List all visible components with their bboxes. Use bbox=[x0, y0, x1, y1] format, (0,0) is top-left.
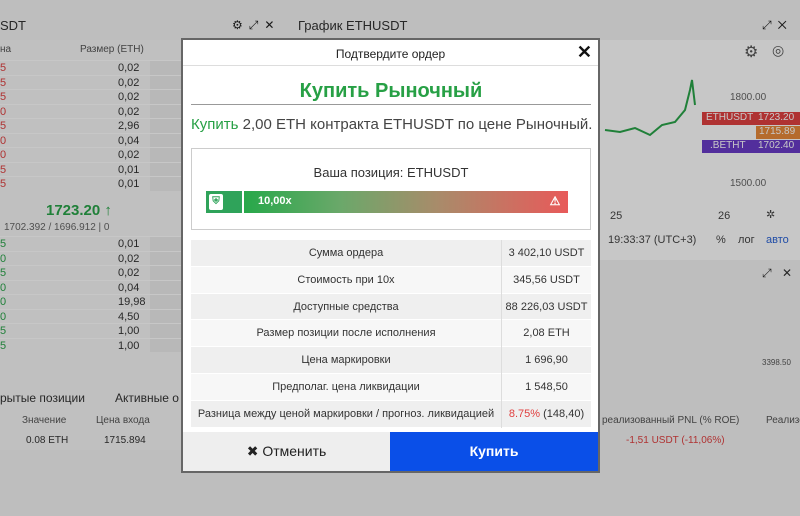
cancel-label: Отменить bbox=[262, 443, 327, 459]
buy-button[interactable]: Купить bbox=[390, 432, 598, 471]
confirm-order-dialog: Подтвердите ордер ✕ Купить Рыночный Купи… bbox=[181, 38, 600, 473]
summary-label: Цена маркировки bbox=[301, 354, 391, 367]
summary-label: Доступные средства bbox=[293, 300, 399, 313]
order-description: Купить 2,00 ETH контракта ETHUSDT по цен… bbox=[191, 116, 593, 133]
summary-row: Разница между ценой маркировки / прогноз… bbox=[191, 400, 591, 428]
summary-value: 2,08 ETH bbox=[501, 320, 591, 348]
dialog-header: Подтвердите ордер ✕ bbox=[183, 40, 598, 66]
dialog-title: Подтвердите ордер bbox=[335, 47, 446, 61]
order-summary-table: Сумма ордера 3 402,10 USDT Стоимость при 1… bbox=[191, 240, 591, 428]
summary-row: Цена маркировки 1 696,90 bbox=[191, 347, 591, 375]
summary-label: Сумма ордера bbox=[308, 247, 384, 259]
liq-distance-abs: (148,40) bbox=[540, 407, 585, 420]
position-label: Ваша позиция: ETHUSDT bbox=[313, 165, 469, 180]
cancel-button[interactable]: ✖ Отменить bbox=[183, 432, 390, 471]
shield-block: ⛨ bbox=[206, 191, 242, 213]
dialog-footer: ✖ Отменить Купить bbox=[183, 432, 598, 471]
position-box: Ваша позиция: ETHUSDT ⛨ 10,00x ⚠ bbox=[191, 148, 591, 230]
summary-label: Стоимость при 10x bbox=[297, 273, 395, 286]
summary-row: Предполаг. цена ликвидации 1 548,50 bbox=[191, 373, 591, 401]
summary-value: 8.75% (148,40) bbox=[501, 400, 591, 428]
leverage-bar: ⛨ 10,00x ⚠ bbox=[206, 191, 568, 213]
summary-label: Размер позиции после исполнения bbox=[256, 327, 436, 340]
leverage-value: 10,00x bbox=[258, 195, 292, 207]
order-side: Купить bbox=[191, 116, 239, 133]
summary-row: Доступные средства 88 226,03 USDT bbox=[191, 293, 591, 321]
summary-value: 1 696,90 bbox=[501, 347, 591, 375]
order-heading: Купить Рыночный bbox=[299, 80, 483, 102]
summary-value: 345,56 USDT bbox=[501, 266, 591, 294]
close-icon[interactable]: ✕ bbox=[577, 43, 592, 61]
summary-row: Стоимость при 10x 345,56 USDT bbox=[191, 266, 591, 294]
leverage-gradient: 10,00x ⚠ bbox=[244, 191, 568, 213]
summary-value: 3 402,10 USDT bbox=[501, 240, 591, 267]
summary-row: Сумма ордера 3 402,10 USDT bbox=[191, 240, 591, 267]
warning-icon: ⚠ bbox=[549, 194, 561, 208]
summary-label: Предполаг. цена ликвидации bbox=[272, 380, 420, 393]
summary-value: 88 226,03 USDT bbox=[501, 293, 591, 321]
shield-icon: ⛨ bbox=[209, 194, 223, 210]
close-x-icon: ✖ bbox=[246, 443, 259, 459]
order-details: 2,00 ETH контракта ETHUSDT по цене Рыноч… bbox=[238, 116, 593, 133]
summary-value: 1 548,50 bbox=[501, 373, 591, 401]
divider bbox=[191, 104, 591, 105]
summary-label: Разница между ценой маркировки / прогноз… bbox=[197, 407, 495, 420]
summary-row: Размер позиции после исполнения 2,08 ETH bbox=[191, 320, 591, 348]
liq-distance-pct: 8.75% bbox=[508, 407, 541, 420]
